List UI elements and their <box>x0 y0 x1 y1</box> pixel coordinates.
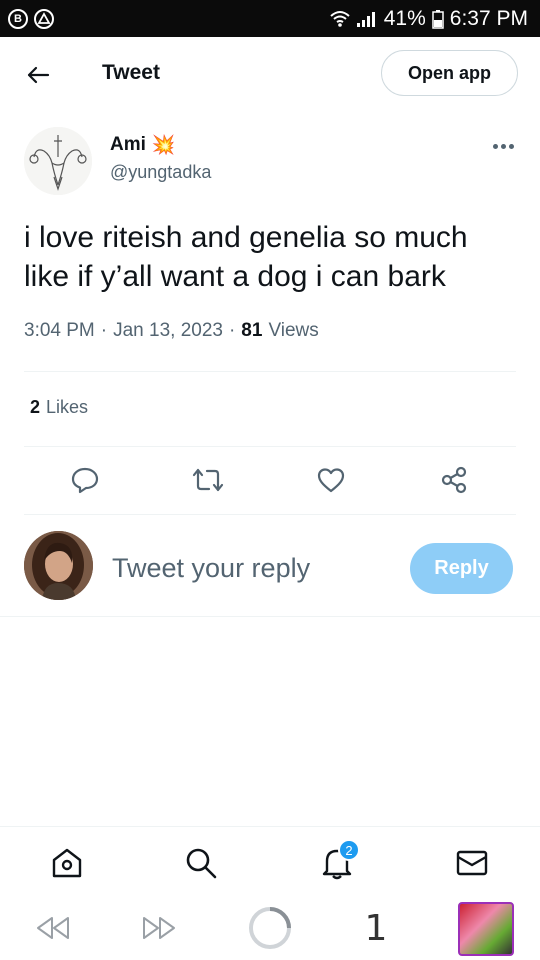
browser-tabs-button[interactable]: 1 <box>352 906 400 950</box>
reply-input[interactable] <box>112 548 392 588</box>
browser-reload-button[interactable] <box>246 906 294 950</box>
nav-search[interactable] <box>181 843 221 883</box>
status-bar: B 41% 6:37 PM <box>0 0 540 37</box>
views-label: Views <box>268 320 319 341</box>
browser-forward-button[interactable] <box>136 906 184 950</box>
comment-icon <box>71 467 99 494</box>
reply-action-button[interactable] <box>68 463 102 497</box>
separator: · <box>100 320 108 341</box>
home-icon <box>52 848 82 878</box>
user-avatar[interactable] <box>24 531 93 600</box>
dot <box>492 143 498 149</box>
battery-icon <box>432 9 444 29</box>
like-action-button[interactable] <box>314 463 348 497</box>
likes-count: 2 <box>30 397 41 417</box>
browser-bar: 1 <box>0 896 540 960</box>
nav-messages[interactable] <box>452 843 492 883</box>
envelope-icon <box>456 850 488 876</box>
likes-label: Likes <box>46 397 89 417</box>
tab-count: 1 <box>364 907 388 949</box>
divider <box>24 446 516 447</box>
header: Tweet Open app <box>0 37 540 110</box>
woman-portrait-icon <box>24 531 93 600</box>
back-button[interactable] <box>22 59 54 91</box>
rewind-icon <box>37 917 69 939</box>
tweet-text-line: like if y’all want a dog i can bark <box>24 260 446 293</box>
collision-emoji-icon: 💥 <box>151 135 176 156</box>
author-display-name: Ami <box>110 134 146 155</box>
author-name[interactable]: Ami 💥 <box>110 133 176 157</box>
retweet-icon <box>192 468 224 492</box>
page-title: Tweet <box>102 61 160 84</box>
heart-icon <box>317 468 345 493</box>
fast-forward-icon <box>143 917 175 939</box>
divider <box>0 616 540 617</box>
uterus-drawing-icon <box>24 127 92 195</box>
clock: 6:37 PM <box>449 6 528 30</box>
notifications-badge: 2 <box>338 839 360 861</box>
dot <box>500 143 506 149</box>
separator: · <box>228 320 236 341</box>
arrow-left-icon <box>27 66 50 84</box>
b-circle-icon: B <box>8 8 28 29</box>
signal-icon <box>356 10 378 28</box>
more-options-button[interactable] <box>486 134 520 158</box>
tweet-text-line: i love riteish and genelia so much <box>24 221 468 254</box>
tweet-text: i love riteish and genelia so much like … <box>24 218 524 296</box>
nav-home[interactable] <box>47 843 87 883</box>
share-action-button[interactable] <box>437 463 471 497</box>
dot <box>508 143 514 149</box>
views-count: 81 <box>241 320 263 341</box>
author-handle[interactable]: @yungtadka <box>110 162 211 183</box>
divider <box>24 514 516 515</box>
bottom-nav: 2 <box>0 826 540 896</box>
author-avatar[interactable] <box>24 127 92 195</box>
share-icon <box>441 466 467 494</box>
search-icon <box>186 848 217 879</box>
tweet-date[interactable]: Jan 13, 2023 <box>113 320 223 342</box>
open-app-button[interactable]: Open app <box>381 50 518 96</box>
reply-submit-button[interactable]: Reply <box>410 543 513 594</box>
warning-triangle-icon <box>34 8 54 29</box>
browser-back-button[interactable] <box>28 906 76 950</box>
tweet-meta: 3:04 PM · Jan 13, 2023 · 81 Views <box>24 320 319 342</box>
likes-stat[interactable]: 2 Likes <box>30 397 88 418</box>
browser-profile-thumbnail[interactable] <box>458 902 514 956</box>
battery-percent: 41% <box>383 6 426 30</box>
retweet-action-button[interactable] <box>191 463 225 497</box>
divider <box>24 371 516 372</box>
tweet-time[interactable]: 3:04 PM <box>24 320 95 342</box>
loading-spinner-icon <box>249 907 291 949</box>
wifi-icon <box>330 10 350 28</box>
